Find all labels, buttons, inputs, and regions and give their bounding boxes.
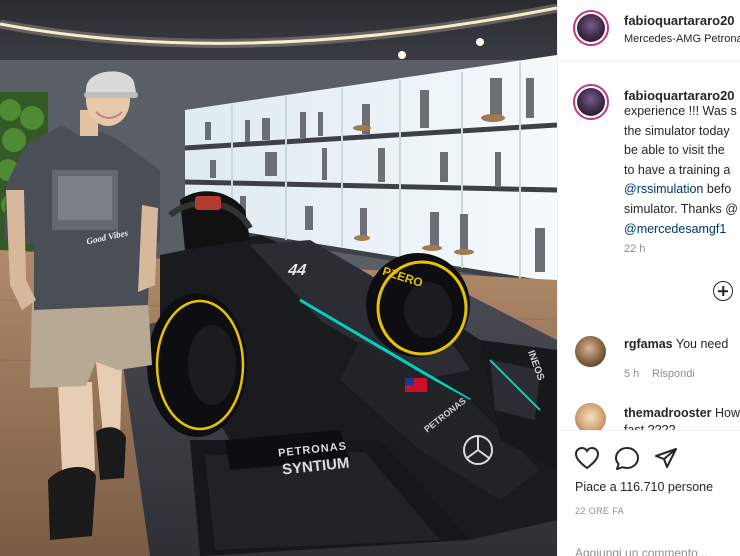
post-date[interactable]: 22 ORE FA <box>575 506 624 516</box>
reply-button[interactable]: Rispondi <box>652 368 695 380</box>
comment-icon[interactable] <box>614 446 640 470</box>
author-username[interactable]: fabioquartararo20 <box>624 13 735 28</box>
caption-line: be able to visit the <box>624 143 725 158</box>
add-comment-input[interactable]: Aggiungi un commento... <box>575 546 708 556</box>
mention-link[interactable]: @mercedesamgf1 <box>624 222 726 236</box>
comment-username[interactable]: rgfamas <box>624 337 673 351</box>
likes-count[interactable]: Piace a 116.710 persone <box>575 480 713 494</box>
comment: themadrooster How <box>624 406 740 420</box>
comment-text: You need <box>675 337 729 351</box>
comment: rgfamas You need <box>624 337 728 351</box>
post-side-panel: fabioquartararo20 Mercedes-AMG Petronas … <box>557 0 740 556</box>
caption-text: experience !!! Was s the simulator today… <box>624 102 740 239</box>
load-more-comments-button[interactable] <box>713 281 733 301</box>
caption-line: @mercedesamgf1 <box>624 220 740 240</box>
caption-line: to have a training a <box>624 162 731 177</box>
mention-link[interactable]: @rssimulation <box>624 182 703 196</box>
caption-line: simulator. Thanks @ <box>624 201 738 216</box>
comment-time[interactable]: 5 h <box>624 368 639 380</box>
caption-username[interactable]: fabioquartararo20 <box>624 88 735 103</box>
caption-line: experience !!! Was s <box>624 104 737 118</box>
caption-line: @rssimulation befo <box>624 182 732 197</box>
share-icon[interactable] <box>654 447 678 469</box>
author-avatar[interactable] <box>573 10 609 46</box>
caption-time[interactable]: 22 h <box>624 243 645 255</box>
post-image <box>0 0 557 556</box>
post-header: fabioquartararo20 Mercedes-AMG Petronas <box>558 0 740 61</box>
post-photo[interactable]: 44 PETRONAS SYNTIUM PZERO INEOS PETRONAS… <box>0 0 557 556</box>
post-location[interactable]: Mercedes-AMG Petronas <box>624 33 740 45</box>
comment-text: How <box>715 406 740 420</box>
comment-username[interactable]: themadrooster <box>624 406 712 420</box>
commenter-avatar[interactable] <box>575 336 606 367</box>
heart-icon[interactable] <box>574 446 600 470</box>
caption-line: the simulator today <box>624 123 730 138</box>
caption-avatar[interactable] <box>573 84 609 120</box>
